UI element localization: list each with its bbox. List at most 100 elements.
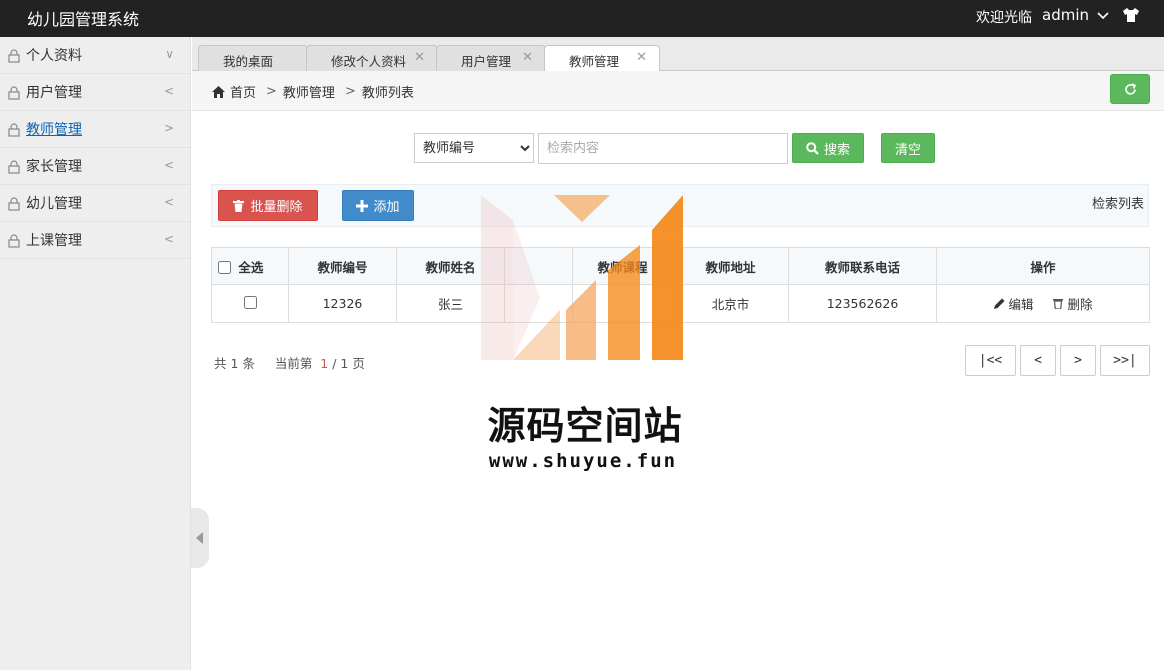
lock-icon [8, 49, 20, 63]
sidebar-item-users[interactable]: 用户管理 < [0, 74, 190, 111]
action-toolbar: 批量删除 添加 检索列表 [211, 184, 1149, 227]
search-button-label: 搜索 [823, 142, 850, 158]
cell-teacher-name: 张三 [396, 284, 505, 323]
cell-teacher-phone: 123562626 [788, 284, 937, 323]
tab-desktop[interactable]: 我的桌面 [198, 45, 308, 71]
pager-last-button[interactable]: >>| [1100, 345, 1150, 376]
sidebar-item-parents[interactable]: 家长管理 < [0, 148, 190, 185]
row-checkbox[interactable] [243, 295, 257, 309]
chevron-left-icon: < [163, 195, 174, 209]
pager-current-page: 1 [320, 356, 329, 371]
pager-total-prefix: 共 [214, 356, 227, 371]
pager-next-button[interactable]: > [1060, 345, 1096, 376]
breadcrumb-teachers[interactable]: 教师管理 [283, 82, 335, 101]
column-header [504, 247, 573, 285]
column-header: 教师姓名 [396, 247, 505, 285]
search-button[interactable]: 搜索 [792, 133, 864, 163]
edit-link[interactable]: 编辑 [993, 297, 1038, 312]
close-icon[interactable]: ✕ [636, 50, 647, 65]
sidebar-item-label: 幼儿管理 [26, 196, 82, 212]
row-checkbox-cell [211, 284, 289, 323]
pager-current-prefix: 当前第 [274, 356, 313, 371]
search-field-select[interactable]: 教师编号 [414, 133, 534, 163]
tab-edit-profile[interactable]: 修改个人资料 ✕ [306, 45, 438, 71]
cell-actions: 编辑 删除 [936, 284, 1150, 323]
sidebar-item-label: 个人资料 [26, 48, 82, 64]
watermark-title: 源码空间站 [487, 404, 683, 448]
chevron-down-icon [1097, 11, 1109, 19]
clear-button[interactable]: 清空 [881, 133, 935, 163]
close-icon[interactable]: ✕ [414, 50, 425, 65]
column-header: 教师地址 [672, 247, 789, 285]
sidebar: 个人资料 ∨ 用户管理 < 教师管理 > 家长管理 < 幼儿管理 < 上课管理 … [0, 37, 191, 670]
user-menu[interactable]: admin [1042, 6, 1109, 24]
tab-label: 修改个人资料 [331, 54, 407, 69]
home-icon [212, 85, 225, 98]
select-all-header[interactable]: 全选 [211, 247, 289, 285]
search-input[interactable] [538, 133, 788, 164]
table-row: 12326 张三 北京市 123562626 编辑 删除 [211, 284, 1150, 323]
add-button-label: 添加 [373, 200, 400, 215]
batch-delete-label: 批量删除 [250, 200, 303, 215]
tab-label: 用户管理 [461, 54, 512, 69]
tab-teachers[interactable]: 教师管理 ✕ [544, 45, 660, 72]
breadcrumb: 首页 > 教师管理 > 教师列表 [212, 82, 414, 101]
sidebar-item-label: 用户管理 [26, 85, 82, 101]
trash-icon [233, 199, 245, 212]
refresh-button[interactable] [1110, 74, 1150, 104]
table-header-row: 全选 教师编号 教师姓名 教师课程 教师地址 教师联系电话 操作 [211, 247, 1150, 285]
chevron-left-icon: < [163, 158, 174, 172]
column-header: 教师编号 [288, 247, 397, 285]
batch-delete-button[interactable]: 批量删除 [218, 190, 318, 221]
welcome-text: 欢迎光临 [976, 10, 1032, 26]
watermark-url: www.shuyue.fun [488, 450, 678, 472]
sidebar-item-profile[interactable]: 个人资料 ∨ [0, 37, 190, 74]
breadcrumb-separator: > [266, 84, 277, 99]
pager-first-button[interactable]: |<< [965, 345, 1016, 376]
lock-icon [8, 197, 20, 211]
pager-total: 1 [230, 356, 239, 371]
lock-icon [8, 86, 20, 100]
select-all-label: 全选 [238, 259, 264, 275]
sidebar-item-children[interactable]: 幼儿管理 < [0, 185, 190, 222]
plus-icon [356, 199, 369, 212]
tab-label: 我的桌面 [223, 54, 274, 69]
sidebar-item-label: 教师管理 [26, 122, 82, 138]
clear-button-label: 清空 [894, 142, 921, 158]
sidebar-item-classes[interactable]: 上课管理 < [0, 222, 190, 259]
cell-col3 [504, 284, 573, 323]
cell-teacher-course [572, 284, 673, 323]
edit-label: 编辑 [1008, 297, 1034, 312]
cell-teacher-address: 北京市 [672, 284, 789, 323]
breadcrumb-home[interactable]: 首页 [230, 82, 256, 101]
list-label: 检索列表 [1091, 197, 1144, 212]
tab-label: 教师管理 [569, 54, 620, 69]
chevron-left-icon: < [163, 84, 174, 98]
close-icon[interactable]: ✕ [522, 50, 533, 65]
add-button[interactable]: 添加 [342, 190, 414, 221]
delete-link[interactable]: 删除 [1053, 297, 1092, 312]
lock-icon [8, 160, 20, 174]
column-header: 教师联系电话 [788, 247, 937, 285]
pager-info: 共 1 条 当前第 1 / 1 页 [214, 353, 365, 372]
chevron-right-icon: > [163, 121, 174, 135]
username: admin [1042, 6, 1089, 24]
select-all-checkbox[interactable] [218, 260, 231, 274]
sidebar-item-teachers[interactable]: 教师管理 > [0, 111, 190, 148]
lock-icon [8, 123, 20, 137]
tab-users[interactable]: 用户管理 ✕ [436, 45, 546, 71]
column-header: 教师课程 [572, 247, 673, 285]
pager-prev-button[interactable]: < [1020, 345, 1056, 376]
top-navbar: 幼儿园管理系统 欢迎光临 admin [0, 0, 1164, 37]
sidebar-collapse-handle[interactable] [191, 508, 209, 568]
breadcrumb-bar: 首页 > 教师管理 > 教师列表 [192, 71, 1164, 111]
pager-total-suffix: 条 [242, 356, 255, 371]
breadcrumb-separator: > [344, 84, 356, 99]
lock-icon [8, 234, 20, 248]
pager-page-count: / 1 页 [332, 356, 365, 371]
teacher-table: 全选 教师编号 教师姓名 教师课程 教师地址 教师联系电话 操作 12326 张… [211, 247, 1150, 323]
sidebar-item-label: 上课管理 [26, 233, 82, 249]
pencil-icon [993, 298, 1004, 309]
theme-shirt-icon[interactable] [1122, 8, 1140, 22]
refresh-icon [1125, 83, 1137, 95]
